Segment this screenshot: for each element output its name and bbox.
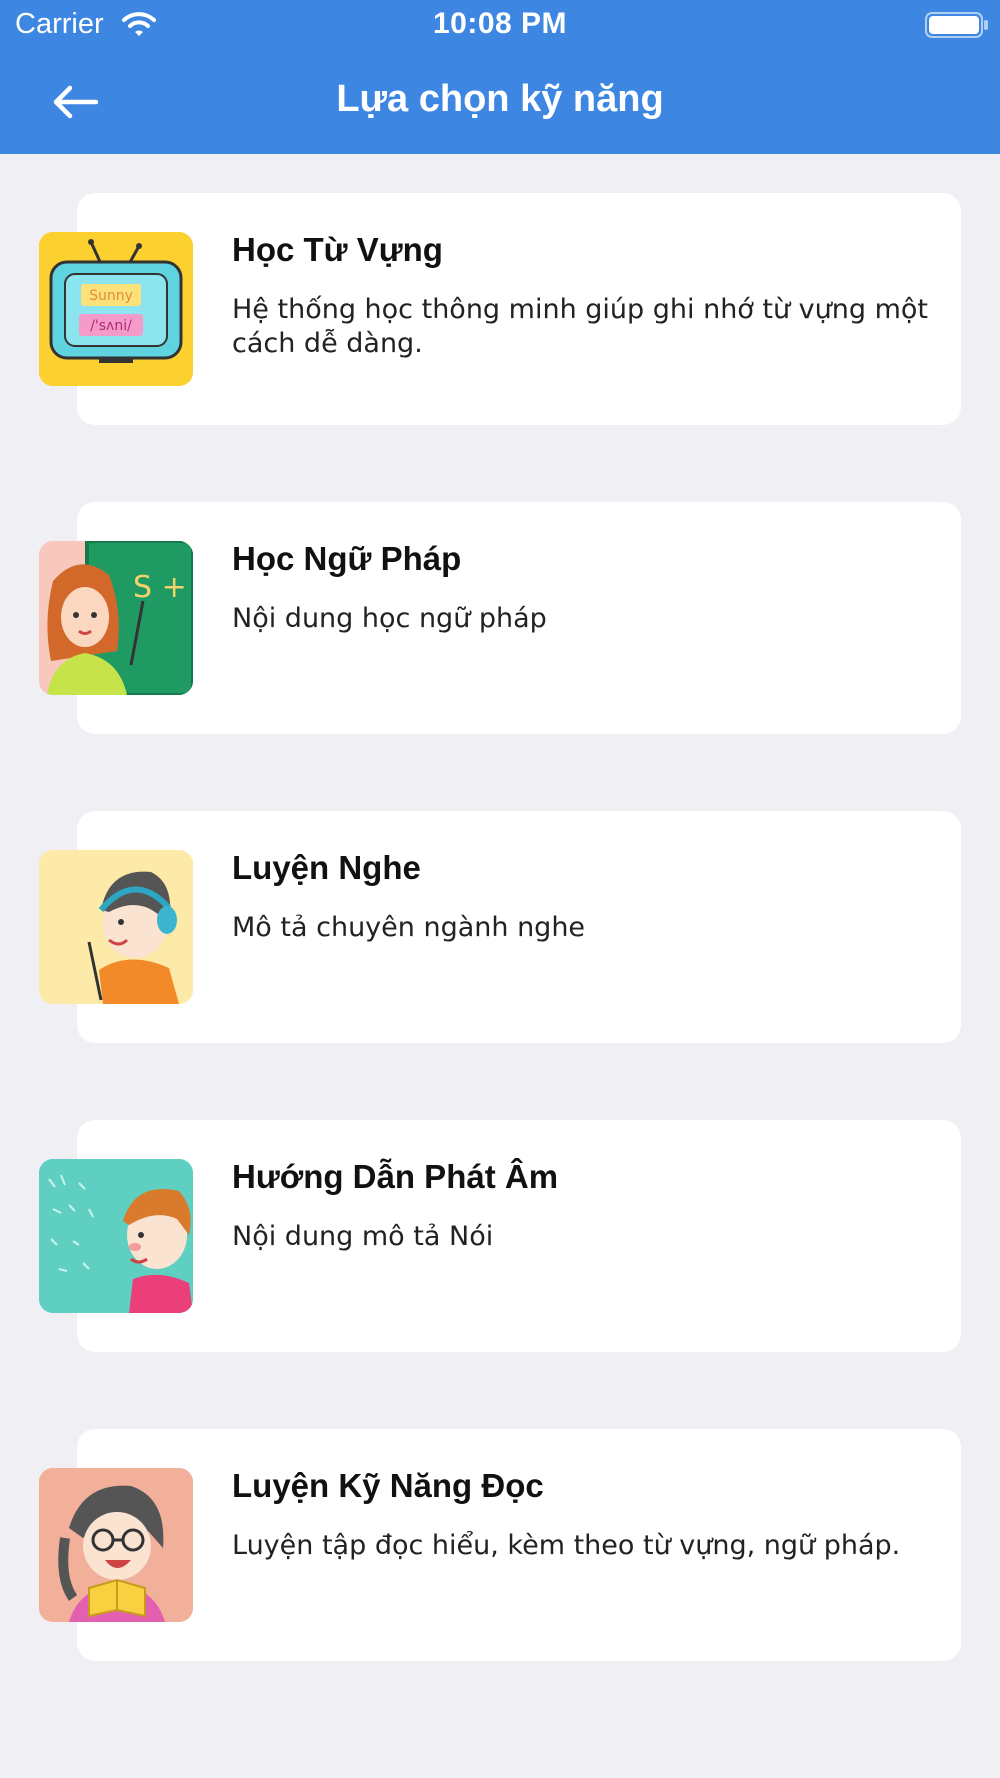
teacher-blackboard-illustration: S + V bbox=[39, 541, 193, 695]
tv-phonetic-text: /'sʌni/ bbox=[90, 318, 132, 334]
clock: 10:08 PM bbox=[432, 7, 568, 40]
skill-description: Luyện tập đọc hiểu, kèm theo từ vựng, ng… bbox=[232, 1530, 901, 1561]
skill-title: Học Ngữ Pháp bbox=[232, 540, 462, 577]
girl-reading-book-illustration bbox=[39, 1468, 193, 1622]
skill-title: Luyện Nghe bbox=[232, 849, 421, 886]
skill-description: Hệ thống học thông minh giúp ghi nhớ từ … bbox=[232, 294, 929, 359]
battery-icon bbox=[925, 12, 988, 38]
boy-headphones-illustration bbox=[39, 850, 193, 1004]
skill-description: Nội dung mô tả Nói bbox=[232, 1221, 494, 1252]
page-title: Lựa chọn kỹ năng bbox=[336, 78, 664, 120]
skill-card-vocabulary[interactable]: Sunny /'sʌni/ Học Từ Vựng Hệ thống học t… bbox=[39, 193, 961, 425]
board-text: S + V bbox=[133, 570, 193, 605]
tv-vocabulary-illustration: Sunny /'sʌni/ bbox=[39, 232, 193, 386]
skill-description: Nội dung học ngữ pháp bbox=[232, 603, 547, 634]
skill-description: Mô tả chuyên ngành nghe bbox=[232, 912, 586, 943]
skill-title: Luyện Kỹ Năng Đọc bbox=[232, 1467, 544, 1504]
skill-card-pronunciation[interactable]: Hướng Dẫn Phát Âm Nội dung mô tả Nói bbox=[39, 1120, 961, 1352]
status-bar: Carrier 10:08 PM bbox=[0, 0, 1000, 50]
app-header: Carrier 10:08 PM Lựa chọn kỹ năng bbox=[0, 0, 1000, 154]
skill-title: Hướng Dẫn Phát Âm bbox=[232, 1158, 559, 1195]
skill-card-listening[interactable]: Luyện Nghe Mô tả chuyên ngành nghe bbox=[39, 811, 961, 1043]
skill-title: Học Từ Vựng bbox=[232, 231, 443, 268]
skill-card-grammar[interactable]: S + V Học Ngữ Pháp Nội dung học ngữ pháp bbox=[39, 502, 961, 734]
skill-card-reading[interactable]: Luyện Kỹ Năng Đọc Luyện tập đọc hiểu, kè… bbox=[39, 1429, 961, 1661]
boy-phonetics-illustration bbox=[39, 1159, 193, 1313]
tv-word-text: Sunny bbox=[89, 288, 133, 304]
